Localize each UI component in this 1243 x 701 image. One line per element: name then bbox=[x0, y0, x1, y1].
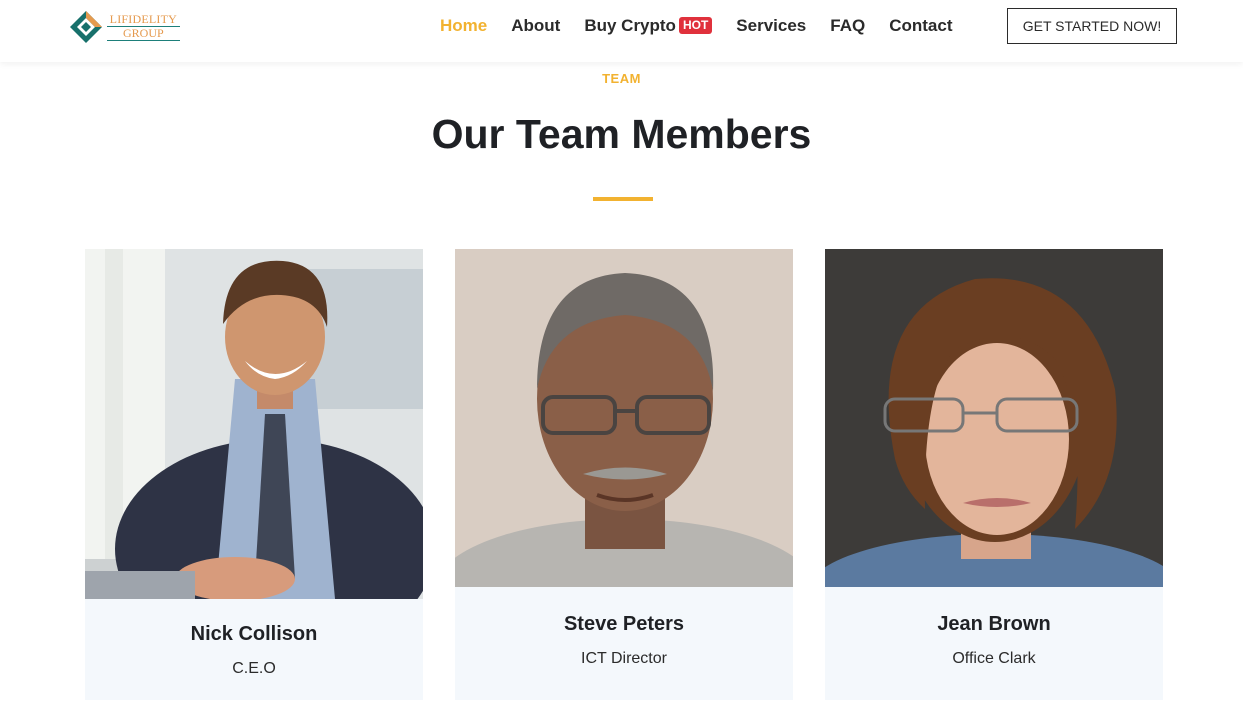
team-photo-image bbox=[85, 249, 423, 599]
nav-services[interactable]: Services bbox=[736, 15, 806, 37]
main-nav: Home About Buy Crypto HOT Services FAQ Co… bbox=[440, 15, 976, 37]
member-name: Nick Collison bbox=[190, 623, 318, 645]
team-photo bbox=[455, 249, 793, 587]
member-name: Jean Brown bbox=[937, 613, 1051, 635]
title-underline bbox=[593, 197, 653, 201]
get-started-button[interactable]: GET STARTED NOW! bbox=[1007, 8, 1177, 44]
section-title: Our Team Members bbox=[431, 111, 812, 157]
nav-buy-crypto[interactable]: Buy Crypto HOT bbox=[584, 15, 713, 37]
hot-badge: HOT bbox=[678, 17, 713, 34]
brand-wordmark: LIFIDELITY GROUP bbox=[107, 13, 180, 41]
nav-home[interactable]: Home bbox=[440, 15, 487, 37]
nav-contact[interactable]: Contact bbox=[889, 15, 952, 37]
team-card[interactable]: Steve Peters ICT Director bbox=[455, 249, 793, 700]
member-role: ICT Director bbox=[581, 650, 667, 667]
nav-buy-crypto-label: Buy Crypto bbox=[584, 16, 676, 35]
member-name: Steve Peters bbox=[563, 613, 685, 635]
team-info: Steve Peters ICT Director bbox=[455, 587, 793, 700]
section-eyebrow: TEAM bbox=[602, 71, 641, 86]
team-info: Nick Collison C.E.O bbox=[85, 599, 423, 700]
team-photo-image bbox=[455, 249, 793, 587]
team-photo bbox=[825, 249, 1163, 587]
team-info: Jean Brown Office Clark bbox=[825, 587, 1163, 700]
team-card[interactable]: Nick Collison C.E.O bbox=[85, 249, 423, 700]
nav-about[interactable]: About bbox=[511, 15, 560, 37]
team-photo bbox=[85, 249, 423, 599]
member-role: C.E.O bbox=[232, 660, 276, 677]
member-role: Office Clark bbox=[952, 650, 1036, 667]
site-header: LIFIDELITY GROUP Home About Buy Crypto HO… bbox=[0, 0, 1243, 62]
brand-line-2: GROUP bbox=[107, 26, 180, 41]
team-photo-image bbox=[825, 249, 1163, 587]
logo-icon bbox=[70, 11, 102, 43]
team-card[interactable]: Jean Brown Office Clark bbox=[825, 249, 1163, 700]
brand-logo[interactable]: LIFIDELITY GROUP bbox=[68, 9, 196, 45]
brand-line-1: LIFIDELITY bbox=[109, 12, 177, 26]
nav-faq[interactable]: FAQ bbox=[830, 15, 865, 37]
